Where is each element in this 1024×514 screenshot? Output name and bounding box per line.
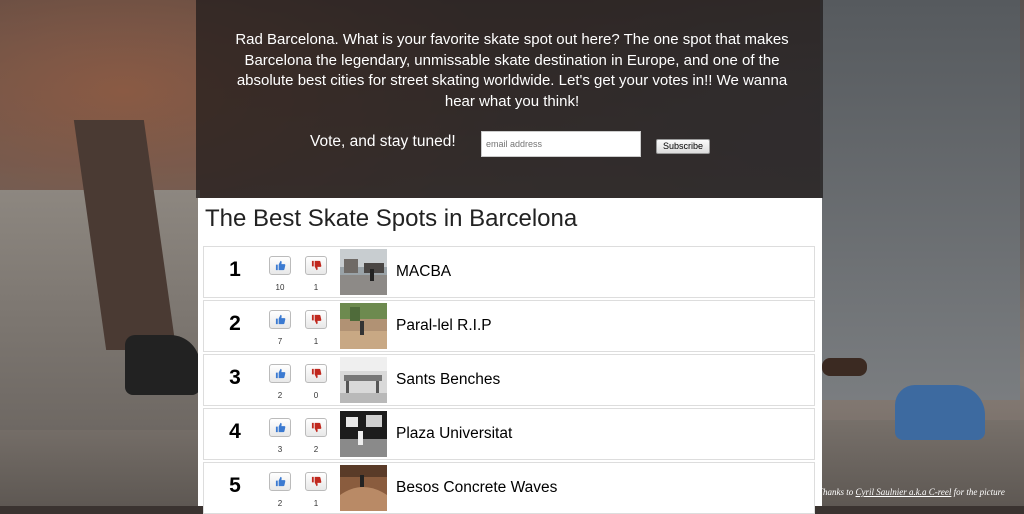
- thumbs-down-icon: [311, 368, 322, 379]
- list-item: 1 10 1 MACBA: [203, 246, 815, 298]
- downvote-count: 2: [313, 445, 319, 454]
- thumbs-down-icon: [311, 314, 322, 325]
- thumbs-up-button[interactable]: [269, 364, 291, 383]
- rank-number: 4: [229, 420, 241, 443]
- subscribe-row: Vote, and stay tuned! Subscribe: [200, 131, 820, 161]
- list-item: 5 2 1 Besos Concrete Waves: [203, 462, 815, 514]
- thumbs-down-icon: [311, 422, 322, 433]
- subscribe-prompt: Vote, and stay tuned!: [310, 133, 456, 150]
- thumbs-up-icon: [275, 314, 286, 325]
- email-input[interactable]: [481, 131, 641, 157]
- list-item: 2 7 1 Paral-lel R.I.P: [203, 300, 815, 352]
- thumbs-up-icon: [275, 260, 286, 271]
- upvote-count: 3: [277, 445, 283, 454]
- spot-thumbnail[interactable]: [340, 357, 387, 403]
- thumbs-up-icon: [275, 422, 286, 433]
- thumbs-down-icon: [311, 476, 322, 487]
- spot-name[interactable]: Plaza Universitat: [396, 425, 512, 443]
- thumbs-up-icon: [275, 476, 286, 487]
- rank-number: 1: [229, 258, 241, 281]
- thumbs-up-button[interactable]: [269, 472, 291, 491]
- list-item: 3 2 0 Sants Benches: [203, 354, 815, 406]
- upvote-count: 10: [275, 283, 285, 292]
- list-item: 4 3 2 Plaza Universitat: [203, 408, 815, 460]
- spots-panel: The Best Skate Spots in Barcelona 1 10 1…: [198, 198, 822, 514]
- thumbs-up-icon: [275, 368, 286, 379]
- thumbs-down-button[interactable]: [305, 310, 327, 329]
- downvote-count: 1: [313, 499, 319, 508]
- thumbs-up-button[interactable]: [269, 418, 291, 437]
- spot-name[interactable]: MACBA: [396, 263, 451, 281]
- spot-name[interactable]: Besos Concrete Waves: [396, 479, 557, 497]
- subscribe-button[interactable]: Subscribe: [656, 139, 711, 154]
- thumbs-up-button[interactable]: [269, 310, 291, 329]
- upvote-count: 7: [277, 337, 283, 346]
- credit-link[interactable]: Cyril Saulnier a.k.a C-reel: [856, 487, 952, 497]
- downvote-count: 0: [313, 391, 319, 400]
- spot-name[interactable]: Paral-lel R.I.P: [396, 317, 492, 335]
- spot-thumbnail[interactable]: [340, 249, 387, 295]
- rank-number: 5: [229, 474, 241, 497]
- photo-credit: Thanks to Cyril Saulnier a.k.a C-reel fo…: [818, 487, 1005, 497]
- upvote-count: 2: [277, 391, 283, 400]
- rank-number: 3: [229, 366, 241, 389]
- thumbs-down-button[interactable]: [305, 472, 327, 491]
- thumbs-down-icon: [311, 260, 322, 271]
- thumbs-down-button[interactable]: [305, 418, 327, 437]
- downvote-count: 1: [313, 283, 319, 292]
- intro-text: Rad Barcelona. What is your favorite ska…: [235, 31, 789, 110]
- spot-thumbnail[interactable]: [340, 303, 387, 349]
- spot-thumbnail[interactable]: [340, 465, 387, 511]
- thumbs-down-button[interactable]: [305, 256, 327, 275]
- thumbs-up-button[interactable]: [269, 256, 291, 275]
- downvote-count: 1: [313, 337, 319, 346]
- credit-suffix: for the picture: [951, 487, 1005, 497]
- credit-prefix: Thanks to: [818, 487, 856, 497]
- rank-number: 2: [229, 312, 241, 335]
- page-title: The Best Skate Spots in Barcelona: [205, 205, 578, 232]
- upvote-count: 2: [277, 499, 283, 508]
- thumbs-down-button[interactable]: [305, 364, 327, 383]
- spot-name[interactable]: Sants Benches: [396, 371, 500, 389]
- spot-thumbnail[interactable]: [340, 411, 387, 457]
